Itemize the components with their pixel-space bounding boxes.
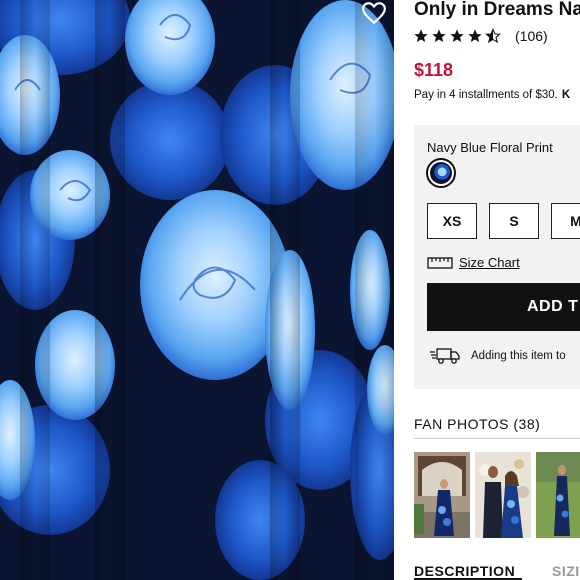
fan-photo-thumbnail[interactable] bbox=[414, 452, 470, 538]
product-photo[interactable] bbox=[0, 0, 394, 580]
color-label: Navy Blue Floral Print bbox=[427, 140, 553, 155]
shipping-note: Adding this item to bbox=[429, 347, 566, 365]
swatch-fill bbox=[430, 162, 452, 184]
fan-photo-thumbnail[interactable] bbox=[475, 452, 531, 538]
options-box: Navy Blue Floral Print XS S M Size Chart… bbox=[414, 125, 580, 389]
star-icon bbox=[450, 29, 464, 42]
installments-brand[interactable]: K bbox=[562, 89, 570, 101]
size-chart-label: Size Chart bbox=[459, 255, 520, 270]
installments-note: Pay in 4 installments of $30. K bbox=[414, 89, 570, 101]
rating-stars[interactable] bbox=[413, 27, 501, 45]
shipping-text: Adding this item to bbox=[471, 350, 566, 362]
tab-description[interactable]: DESCRIPTION bbox=[414, 563, 515, 579]
star-icon bbox=[468, 29, 482, 42]
review-count[interactable]: (106) bbox=[515, 28, 548, 44]
fan-photo-thumbnail[interactable] bbox=[536, 452, 580, 538]
ruler-icon bbox=[427, 256, 453, 269]
size-option-s[interactable]: S bbox=[489, 203, 539, 239]
fan-photos-title: FAN PHOTOS (38) bbox=[414, 416, 541, 432]
star-icon bbox=[414, 29, 428, 42]
fan-photos-divider bbox=[414, 438, 580, 439]
star-icon bbox=[432, 29, 446, 42]
tab-size[interactable]: SIZI bbox=[552, 563, 580, 579]
size-chart-link[interactable]: Size Chart bbox=[427, 255, 520, 270]
size-option-m[interactable]: M bbox=[551, 203, 580, 239]
heart-icon[interactable] bbox=[361, 0, 387, 26]
half-star-icon bbox=[485, 28, 501, 44]
size-option-xs[interactable]: XS bbox=[427, 203, 477, 239]
truck-icon bbox=[430, 348, 460, 364]
product-title: Only in Dreams Na bbox=[414, 0, 580, 20]
installments-text: Pay in 4 installments of $30. bbox=[414, 89, 558, 101]
add-to-bag-button[interactable]: ADD T bbox=[427, 283, 580, 331]
product-photo-image bbox=[0, 0, 394, 580]
product-price: $118 bbox=[414, 60, 454, 80]
product-panel: Only in Dreams Na (106) $118 Pay in 4 in… bbox=[394, 0, 580, 580]
color-swatch[interactable] bbox=[426, 158, 456, 188]
